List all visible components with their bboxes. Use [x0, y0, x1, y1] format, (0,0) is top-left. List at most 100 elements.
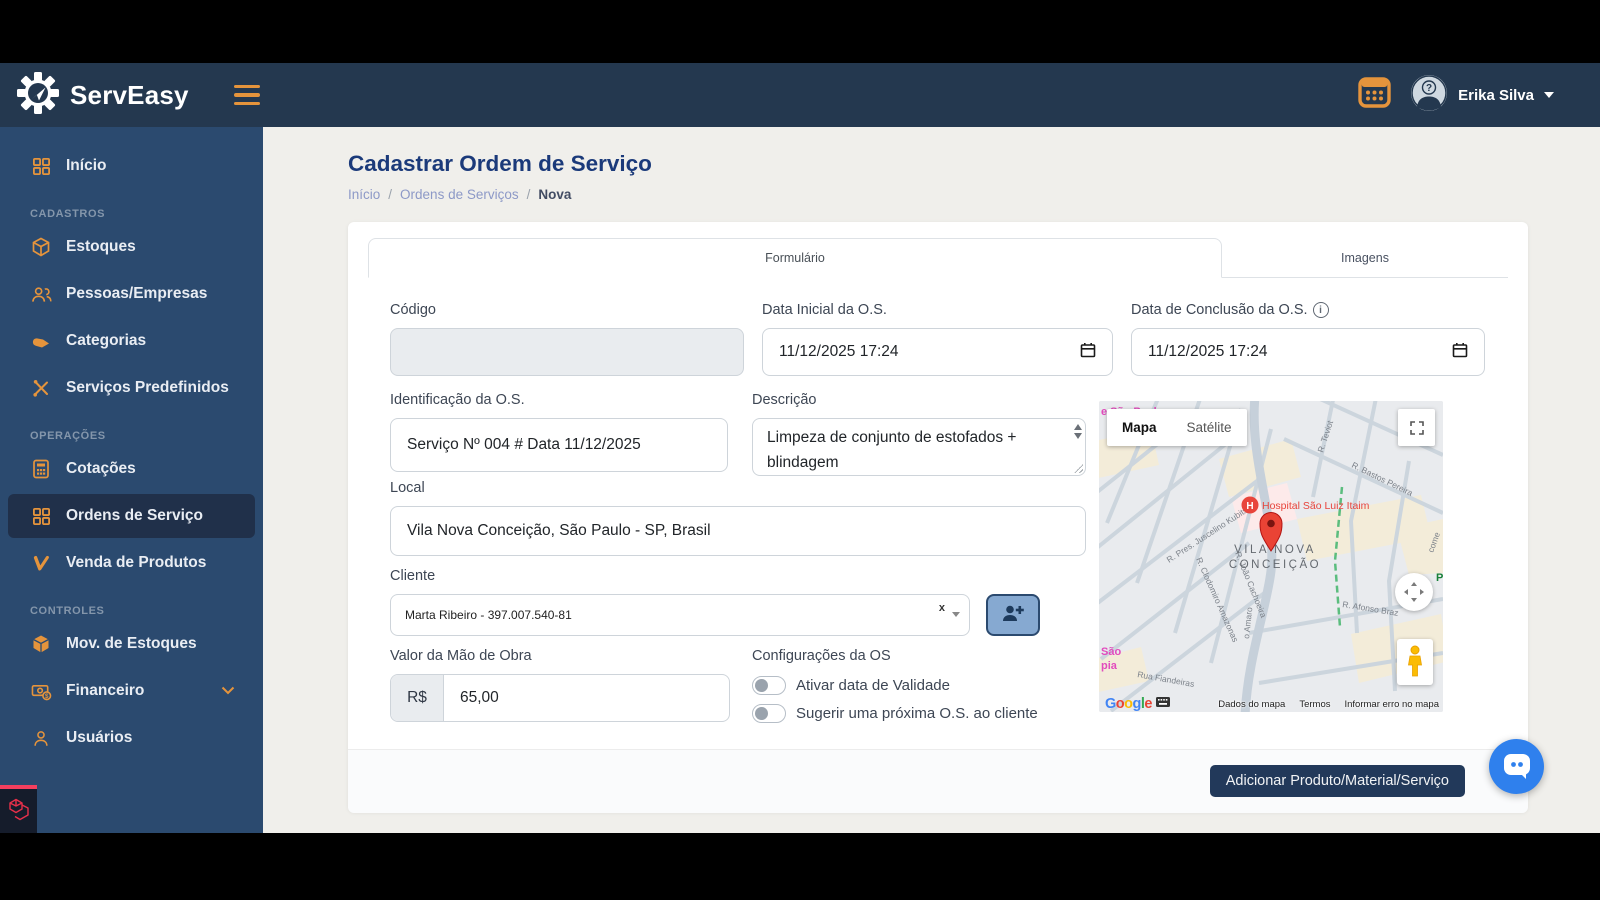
data-inicial-field[interactable]: 11/12/2025 17:24 — [762, 328, 1113, 376]
map-report-error-link[interactable]: Informar erro no mapa — [1344, 699, 1439, 710]
calendar-button[interactable] — [1356, 77, 1392, 113]
pan-arrows-icon — [1404, 582, 1424, 602]
tools-icon — [30, 378, 52, 398]
map-mode-button[interactable]: Mapa — [1107, 409, 1172, 446]
chevron-down-icon — [952, 612, 960, 617]
sidebar-item-usuarios[interactable]: Usuários — [8, 716, 255, 760]
data-conclusao-field[interactable]: 11/12/2025 17:24 — [1131, 328, 1485, 376]
chat-widget-button[interactable] — [1489, 739, 1544, 794]
fullscreen-icon — [1409, 420, 1424, 435]
sidebar-item-financeiro[interactable]: $ Financeiro — [8, 669, 255, 713]
add-product-material-service-button[interactable]: Adicionar Produto/Material/Serviço — [1209, 765, 1465, 797]
codigo-field — [390, 328, 744, 376]
map-type-control: Mapa Satélite — [1107, 409, 1247, 446]
map-footer-links: Dados do mapa Termos Informar erro no ma… — [1218, 699, 1443, 712]
add-client-button[interactable] — [986, 594, 1040, 636]
data-inicial-value: 11/12/2025 17:24 — [779, 343, 899, 360]
config-label: Configurações da OS — [752, 648, 891, 664]
box-icon — [30, 237, 52, 257]
toggle-proxima-switch[interactable] — [752, 704, 786, 723]
sidebar-item-ordens-de-servico[interactable]: Ordens de Serviço — [8, 494, 255, 538]
number-spinner-icon[interactable] — [1074, 424, 1082, 439]
local-label: Local — [390, 480, 425, 496]
sidebar-item-mov-de-estoques[interactable]: Mov. de Estoques — [8, 622, 255, 666]
main-content: Cadastrar Ordem de Serviço Início / Orde… — [263, 127, 1600, 833]
identificacao-value: Serviço Nº 004 # Data 11/12/2025 — [407, 436, 641, 453]
codigo-label: Código — [390, 302, 436, 318]
valor-value[interactable]: 65,00 — [444, 675, 729, 721]
app-window: ServEasy ? Erika Silva Início CADASTROS … — [0, 63, 1600, 833]
tab-formulario[interactable]: Formulário — [368, 238, 1222, 278]
poi-label-park: P — [1436, 572, 1443, 584]
calendar-icon[interactable] — [1080, 342, 1096, 363]
toggle-validade-row: Ativar data de Validade — [752, 676, 950, 695]
sidebar-item-label: Cotações — [66, 460, 136, 477]
toggle-validade-switch[interactable] — [752, 676, 786, 695]
breadcrumb-separator: / — [388, 187, 393, 202]
map-data-link[interactable]: Dados do mapa — [1218, 699, 1285, 710]
breadcrumb-section[interactable]: Ordens de Serviços — [400, 187, 519, 202]
tab-imagens[interactable]: Imagens — [1222, 238, 1508, 278]
clear-icon[interactable]: x — [939, 602, 945, 614]
district-label-1: VILA NOVA — [1234, 544, 1316, 556]
valor-field[interactable]: R$ 65,00 — [390, 674, 730, 722]
sidebar-item-label: Pessoas/Empresas — [66, 285, 208, 302]
user-menu[interactable]: ? Erika Silva — [1410, 74, 1554, 117]
map-terms-link[interactable]: Termos — [1299, 699, 1330, 710]
local-field[interactable]: Vila Nova Conceição, São Paulo - SP, Bra… — [390, 506, 1086, 556]
hamburger-menu-icon[interactable] — [230, 81, 264, 110]
grid-icon — [30, 157, 52, 176]
brand-logo[interactable]: ServEasy — [0, 71, 212, 120]
satellite-mode-button[interactable]: Satélite — [1172, 409, 1247, 446]
map-footer: Google Dados do mapa Termos Informar err… — [1099, 696, 1443, 712]
pan-control[interactable] — [1395, 573, 1433, 611]
chat-bubble-icon — [1503, 754, 1530, 779]
toggle-proxima-row: Sugerir uma próxima O.S. ao cliente — [752, 704, 1038, 723]
data-conclusao-label: Data de Conclusão da O.S. i — [1131, 302, 1329, 318]
breadcrumb-home[interactable]: Início — [348, 187, 380, 202]
laravel-icon — [7, 796, 31, 827]
info-icon[interactable]: i — [1312, 302, 1329, 318]
data-conclusao-value: 11/12/2025 17:24 — [1148, 343, 1268, 360]
user-name: Erika Silva — [1458, 86, 1534, 104]
sidebar-item-inicio[interactable]: Início — [8, 144, 255, 188]
top-bar: ServEasy ? Erika Silva — [0, 63, 1600, 127]
form-card: Formulário Imagens Código Data Inicial d… — [348, 222, 1528, 813]
sidebar-item-servicos-predefinidos[interactable]: Serviços Predefinidos — [8, 366, 255, 410]
card-footer: Adicionar Produto/Material/Serviço — [348, 749, 1528, 813]
sidebar-item-cotacoes[interactable]: Cotações — [8, 447, 255, 491]
box-filled-icon — [30, 634, 52, 654]
pegman-control[interactable] — [1397, 639, 1433, 685]
calendar-icon[interactable] — [1452, 342, 1468, 363]
avatar: ? — [1410, 74, 1448, 117]
sidebar-item-label: Ordens de Serviço — [66, 507, 203, 524]
google-map[interactable]: R. Pres. Juscelino Kubits R. Bastos Pere… — [1099, 401, 1443, 712]
data-inicial-label: Data Inicial da O.S. — [762, 302, 887, 318]
sidebar-item-label: Serviços Predefinidos — [66, 379, 229, 396]
calculator-icon — [30, 459, 52, 479]
sidebar-item-pessoas-empresas[interactable]: Pessoas/Empresas — [8, 272, 255, 316]
brand-name: ServEasy — [70, 79, 189, 110]
resize-handle-icon[interactable] — [1073, 463, 1083, 473]
keyboard-icon[interactable] — [1155, 697, 1170, 710]
toggle-validade-label: Ativar data de Validade — [796, 677, 950, 694]
identificacao-field[interactable]: Serviço Nº 004 # Data 11/12/2025 — [390, 418, 728, 472]
breadcrumb: Início / Ordens de Serviços / Nova — [348, 187, 1600, 202]
sidebar: Início CADASTROS Estoques Pessoas/Empres… — [0, 127, 263, 833]
fullscreen-button[interactable] — [1398, 409, 1435, 446]
sidebar-item-estoques[interactable]: Estoques — [8, 225, 255, 269]
chevron-down-icon — [221, 682, 235, 700]
debugbar-toggle[interactable] — [0, 785, 37, 833]
cliente-select[interactable]: Marta Ribeiro - 397.007.540-81 x — [390, 594, 970, 636]
sidebar-item-categorias[interactable]: Categorias — [8, 319, 255, 363]
descricao-value: Limpeza de conjunto de estofados + blind… — [767, 429, 1017, 471]
sidebar-item-label: Categorias — [66, 332, 147, 349]
svg-text:$: $ — [45, 693, 49, 700]
v-icon — [30, 554, 52, 572]
money-icon: $ — [30, 682, 52, 701]
sidebar-item-venda-de-produtos[interactable]: Venda de Produtos — [8, 541, 255, 585]
descricao-field[interactable]: Limpeza de conjunto de estofados + blind… — [752, 418, 1086, 476]
hospital-label: Hospital São Luiz Itaim — [1262, 500, 1370, 512]
poi-label-pia: pia — [1101, 660, 1118, 672]
cliente-value: Marta Ribeiro - 397.007.540-81 — [405, 608, 572, 622]
